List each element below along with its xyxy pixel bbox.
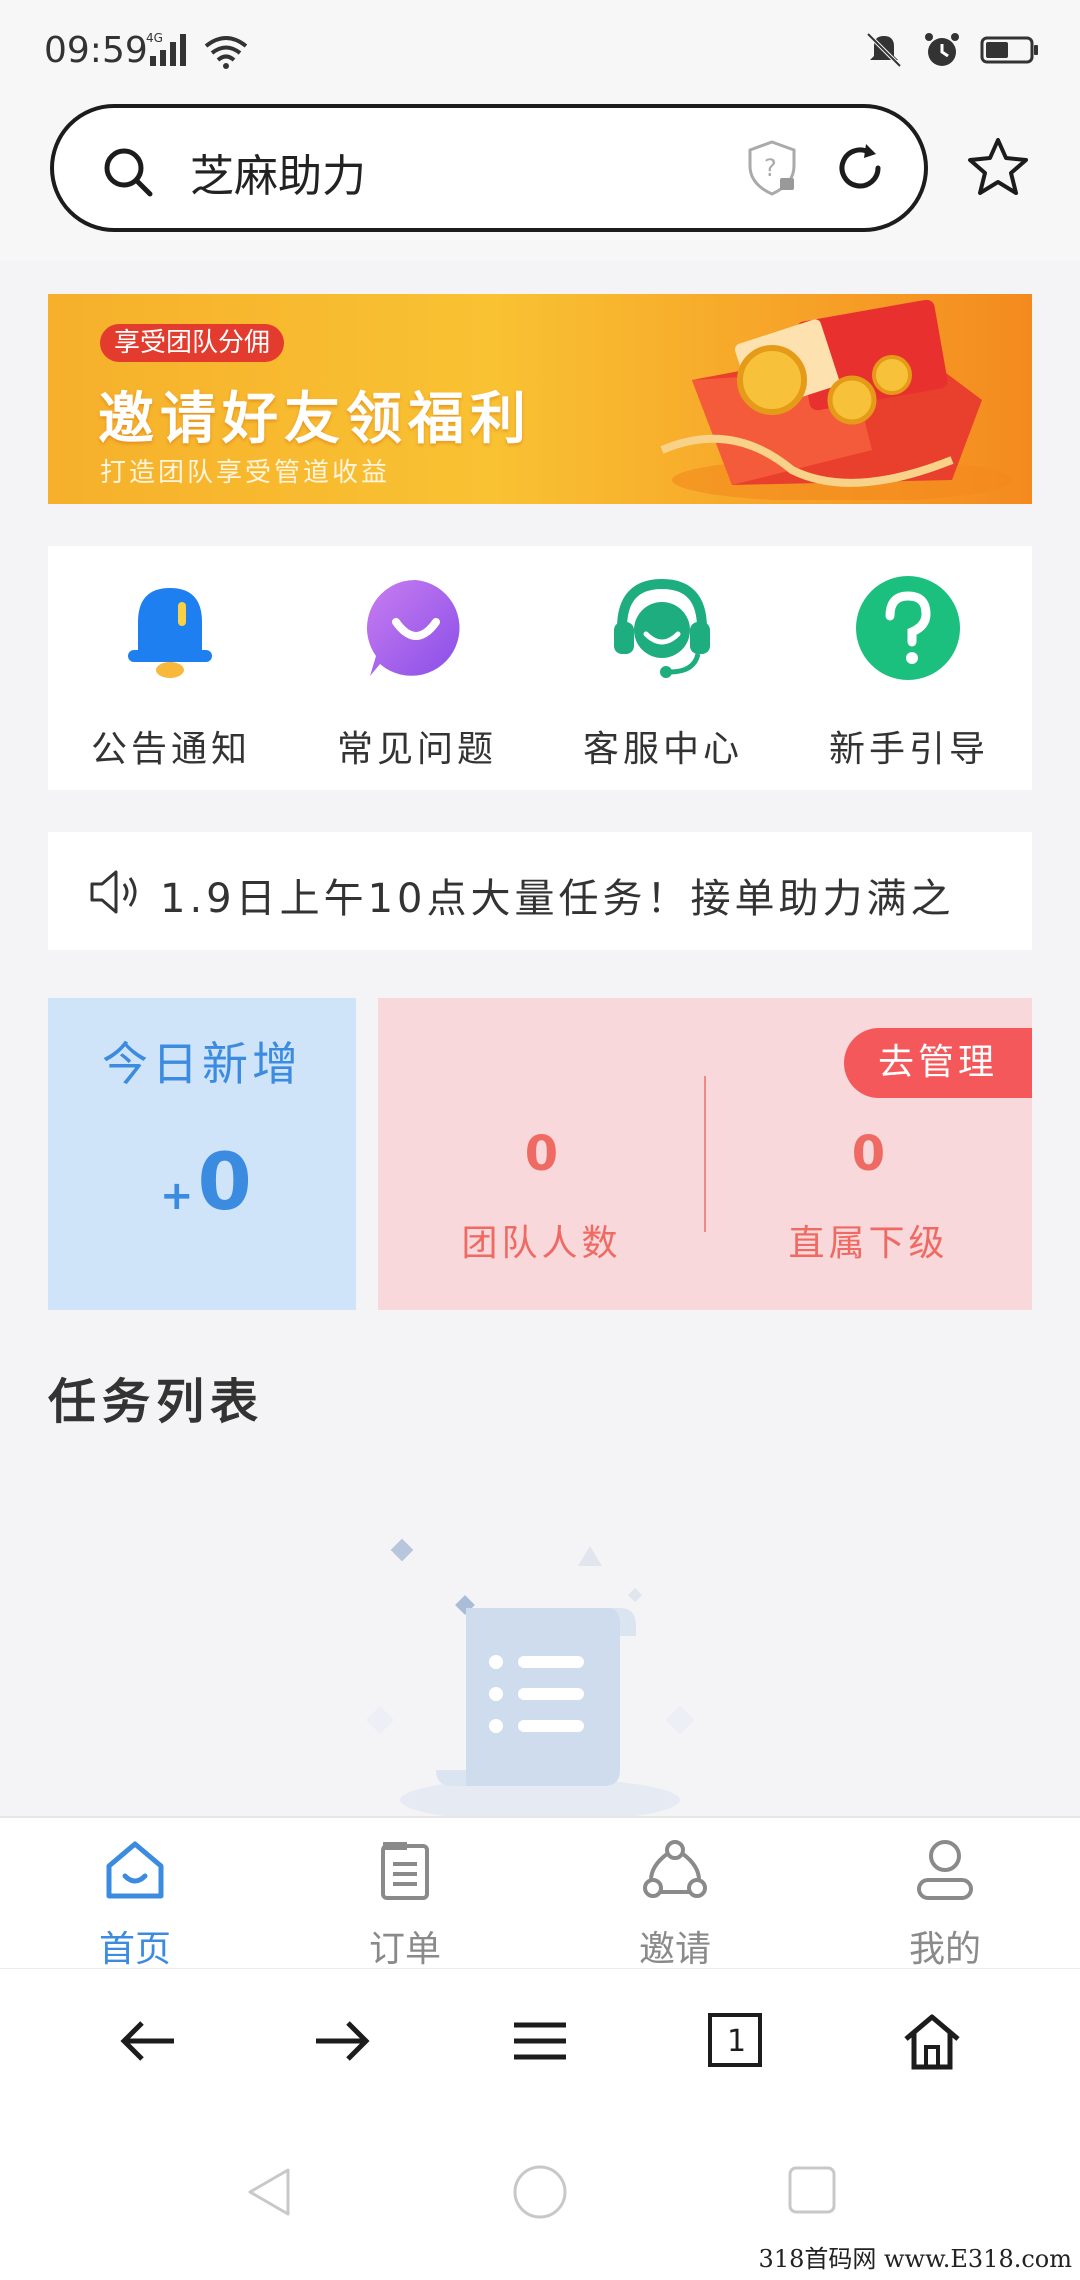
tab-label: 首页 — [98, 1929, 171, 1970]
quick-item-support[interactable]: 客服中心 — [540, 546, 786, 790]
search-icon — [100, 144, 156, 204]
svg-text:4G: 4G — [146, 31, 163, 45]
manage-button[interactable]: 去管理 — [844, 1028, 1032, 1098]
reload-icon[interactable] — [830, 138, 890, 202]
tab-invite[interactable]: 邀请 — [540, 1818, 810, 1970]
back-arrow-icon[interactable] — [116, 2009, 180, 2073]
address-bar[interactable]: 芝麻助力 ? — [50, 104, 928, 232]
bookmark-star-icon[interactable] — [966, 136, 1030, 202]
team-count[interactable]: 0 团队人数 — [378, 998, 705, 1310]
gift-box-icon — [652, 299, 1012, 504]
task-list-title: 任务列表 — [48, 1374, 265, 1430]
quick-item-guide[interactable]: 新手引导 — [786, 546, 1032, 790]
user-icon — [911, 1836, 979, 1904]
tab-home[interactable]: 首页 — [0, 1818, 270, 1970]
quick-item-faq[interactable]: 常见问题 — [294, 546, 540, 790]
browser-bottom-bar: 1 — [0, 1968, 1080, 2112]
direct-value: 0 — [851, 1126, 886, 1182]
banner-subtitle: 打造团队享受管道收益 — [100, 458, 391, 488]
team-card: 0 团队人数 0 直属下级 去管理 — [378, 998, 1032, 1310]
browser-home-icon[interactable] — [900, 2009, 964, 2073]
quick-label: 常见问题 — [336, 729, 497, 770]
quick-label: 公告通知 — [90, 729, 251, 770]
menu-icon[interactable] — [508, 2009, 572, 2073]
signal-icon: 4G — [146, 30, 196, 74]
wifi-icon — [204, 34, 248, 74]
empty-list-illustration — [340, 1530, 740, 1824]
home-icon — [101, 1836, 169, 1904]
quick-menu: 公告通知 常见问题 客服中心 新手引导 — [48, 546, 1032, 790]
mute-icon — [864, 30, 904, 74]
banner-title: 邀请好友领福利 — [98, 387, 532, 452]
headset-icon — [606, 572, 718, 684]
team-count-value: 0 — [524, 1126, 559, 1182]
tabs-count-icon[interactable]: 1 — [704, 2009, 768, 2073]
notice-bar[interactable]: 1.9日上午10点大量任务！接单助力满之 — [48, 832, 1032, 950]
alarm-icon — [922, 30, 962, 74]
quick-label: 客服中心 — [582, 729, 743, 770]
status-bar: 09:59 4G — [0, 0, 1080, 100]
team-count-label: 团队人数 — [461, 1223, 622, 1264]
system-navigation-bar: 318首码网 www.E318.com — [0, 2112, 1080, 2280]
address-text[interactable]: 芝麻助力 — [190, 140, 366, 204]
watermark-text: 318首码网 www.E318.com — [758, 2245, 1072, 2273]
invite-banner[interactable]: 享受团队分佣 邀请好友领福利 打造团队享受管道收益 — [48, 294, 1032, 504]
direct-label: 直属下级 — [788, 1223, 949, 1264]
tab-label: 订单 — [368, 1929, 441, 1970]
svg-text:1: 1 — [727, 2024, 746, 2059]
question-icon — [852, 572, 964, 684]
banner-tag: 享受团队分佣 — [100, 324, 285, 362]
tab-orders[interactable]: 订单 — [270, 1818, 540, 1970]
tab-label: 我的 — [908, 1929, 981, 1970]
browser-top-bar: 芝麻助力 ? — [0, 100, 1080, 260]
battery-icon — [980, 34, 1040, 70]
system-back-icon[interactable] — [244, 2164, 296, 2224]
order-icon — [371, 1836, 439, 1904]
share-icon — [641, 1836, 709, 1904]
tab-label: 邀请 — [638, 1929, 711, 1970]
svg-text:?: ? — [764, 154, 777, 182]
shield-icon[interactable]: ? — [744, 138, 800, 202]
app-tab-bar: 首页 订单 邀请 我的 — [0, 1816, 1080, 1970]
tab-profile[interactable]: 我的 — [810, 1818, 1080, 1970]
bell-icon — [114, 572, 226, 684]
status-time: 09:59 — [44, 30, 148, 71]
system-recents-icon[interactable] — [786, 2164, 838, 2220]
today-new-label: 今日新增 — [102, 1037, 302, 1091]
speaker-icon — [88, 868, 140, 920]
today-new-value: +0 — [160, 1138, 252, 1228]
quick-item-announcements[interactable]: 公告通知 — [48, 546, 294, 790]
today-new-card: 今日新增 +0 — [48, 998, 356, 1310]
chat-bubble-icon — [360, 572, 472, 684]
notice-text: 1.9日上午10点大量任务！接单助力满之 — [160, 876, 955, 922]
quick-label: 新手引导 — [828, 729, 989, 770]
system-home-icon[interactable] — [512, 2164, 568, 2224]
forward-arrow-icon[interactable] — [310, 2009, 374, 2073]
